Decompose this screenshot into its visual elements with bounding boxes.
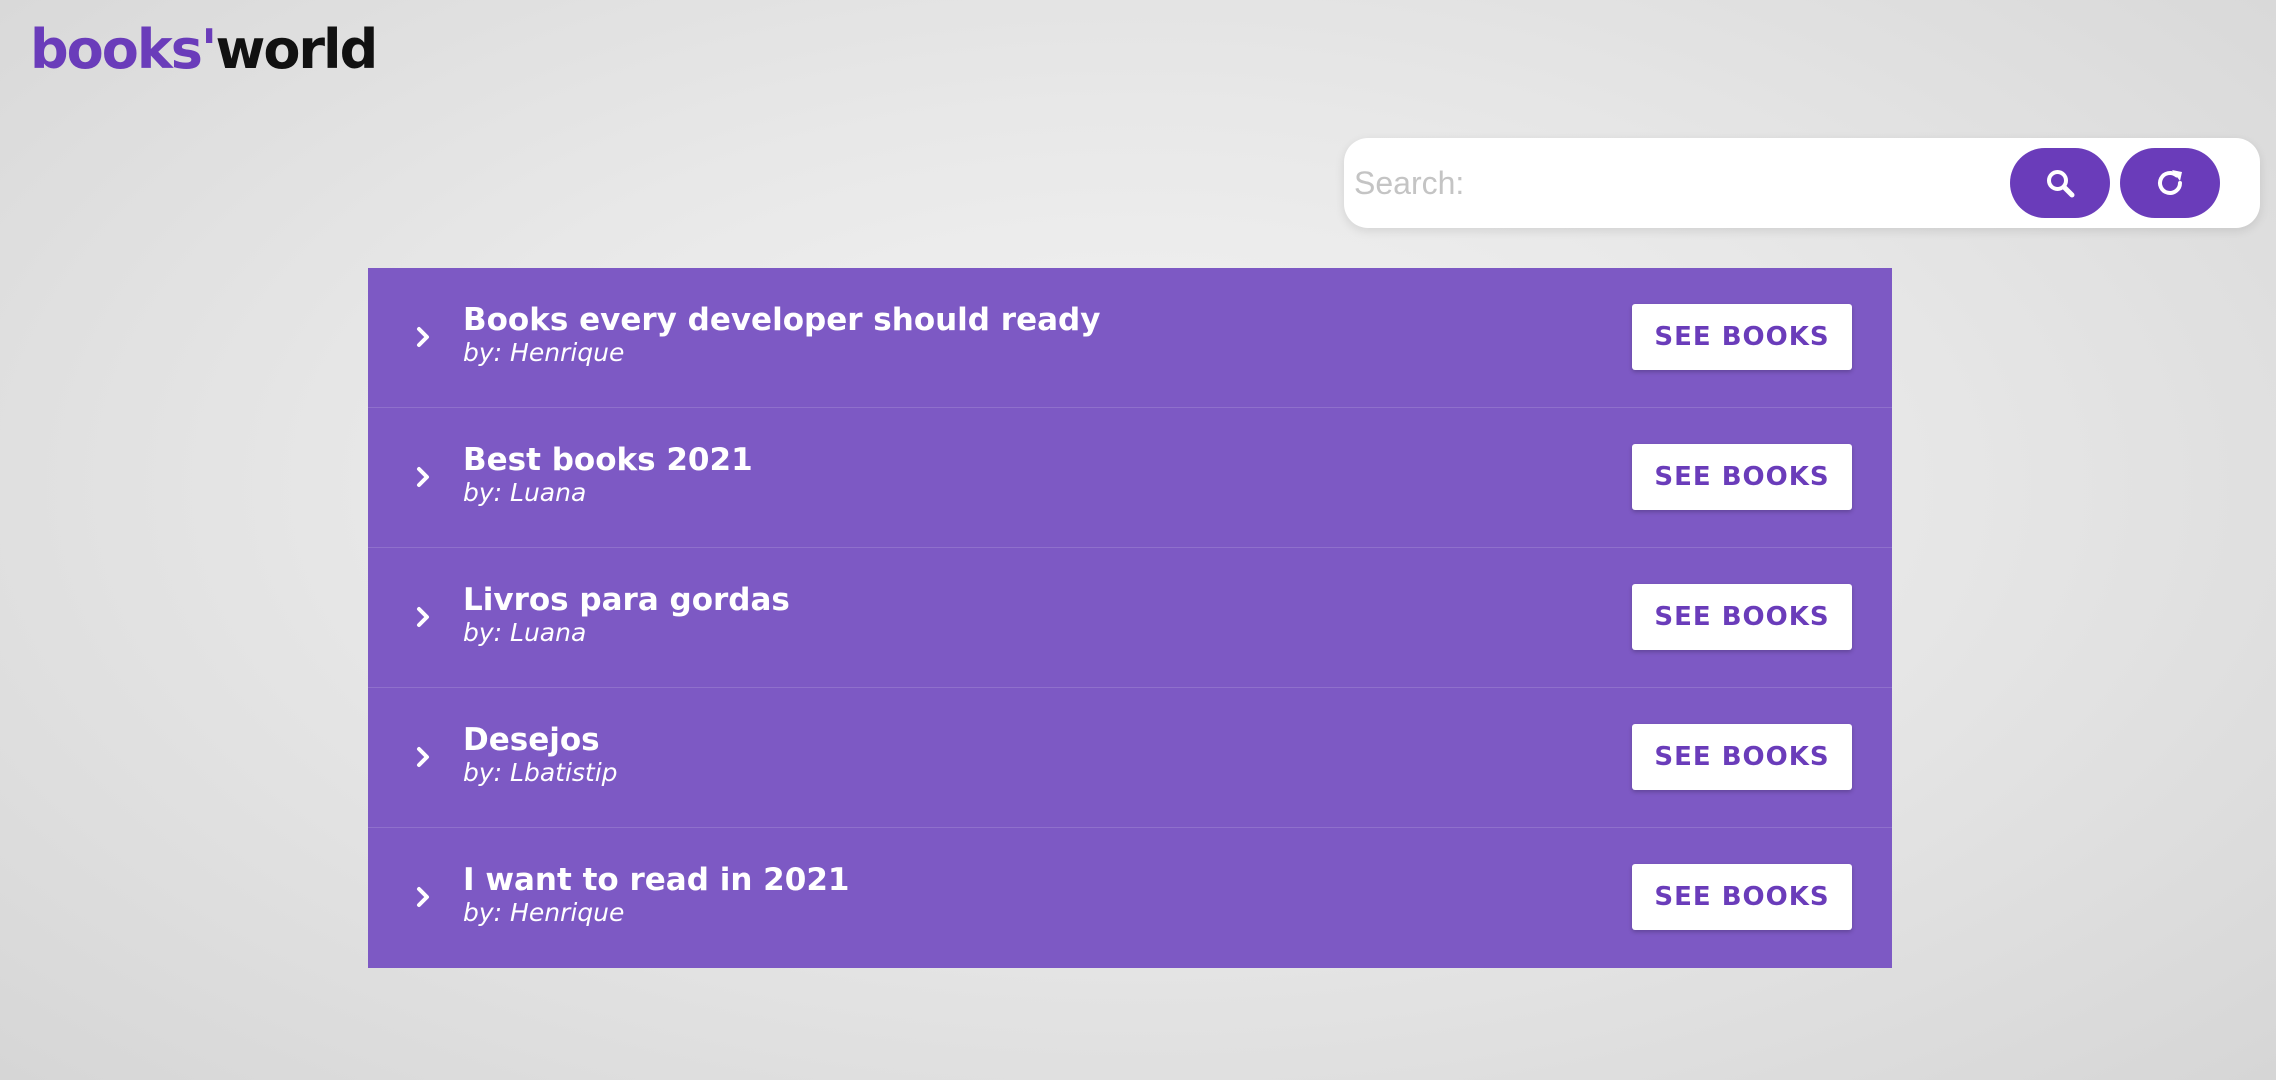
see-books-button[interactable]: SEE BOOKS [1632, 864, 1852, 930]
list-item[interactable]: Livros para gordas by: Luana SEE BOOKS [368, 548, 1892, 688]
chevron-right-icon[interactable] [408, 602, 438, 632]
chevron-right-icon[interactable] [408, 882, 438, 912]
see-books-button[interactable]: SEE BOOKS [1632, 584, 1852, 650]
list-author: by: Henrique [463, 338, 625, 367]
see-books-button[interactable]: SEE BOOKS [1632, 724, 1852, 790]
list-author: by: Lbatistip [463, 758, 618, 787]
list-author: by: Luana [463, 618, 587, 647]
chevron-right-icon[interactable] [408, 462, 438, 492]
search-input[interactable] [1354, 153, 1994, 213]
search-bar [1344, 138, 2260, 228]
list-title: Livros para gordas [463, 582, 790, 618]
chevron-right-icon[interactable] [408, 322, 438, 352]
list-title: Desejos [463, 722, 600, 758]
list-title: I want to read in 2021 [463, 862, 850, 898]
search-icon [2047, 170, 2075, 198]
list-title: Best books 2021 [463, 442, 753, 478]
reading-lists: Books every developer should ready by: H… [368, 268, 1892, 968]
list-item[interactable]: I want to read in 2021 by: Henrique SEE … [368, 828, 1892, 968]
list-item[interactable]: Books every developer should ready by: H… [368, 268, 1892, 408]
see-books-button[interactable]: SEE BOOKS [1632, 304, 1852, 370]
list-title: Books every developer should ready [463, 302, 1101, 338]
refresh-button[interactable] [2120, 148, 2220, 218]
list-author: by: Henrique [463, 898, 625, 927]
refresh-icon [2158, 170, 2182, 195]
chevron-right-icon[interactable] [408, 742, 438, 772]
see-books-button[interactable]: SEE BOOKS [1632, 444, 1852, 510]
list-item[interactable]: Desejos by: Lbatistip SEE BOOKS [368, 688, 1892, 828]
list-author: by: Luana [463, 478, 587, 507]
logo[interactable]: books'world [30, 16, 378, 84]
list-item[interactable]: Best books 2021 by: Luana SEE BOOKS [368, 408, 1892, 548]
logo-world-text: world [215, 18, 378, 81]
search-button[interactable] [2010, 148, 2110, 218]
logo-brand-text: books' [30, 18, 217, 81]
